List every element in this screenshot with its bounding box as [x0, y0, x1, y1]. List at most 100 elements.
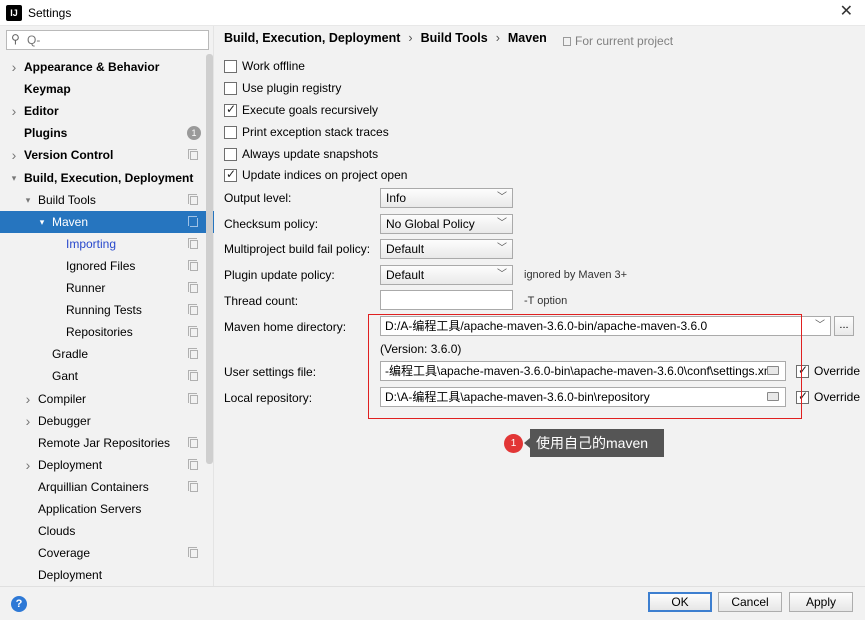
sidebar-item-label: Ignored Files [66, 258, 136, 273]
sidebar-item-label: Editor [24, 104, 59, 119]
sidebar-item-keymap[interactable]: Keymap [0, 78, 214, 100]
sidebar-item-build-execution-deployment[interactable]: ▾ Build, Execution, Deployment [0, 167, 214, 189]
chevron-down-icon[interactable]: ▾ [22, 189, 34, 211]
search-field[interactable]: ⚲ [6, 30, 209, 50]
sidebar-item-label: Maven [52, 214, 89, 229]
sidebar-item-arquillian-containers[interactable]: Arquillian Containers [0, 476, 214, 498]
project-note-text: For current project [575, 34, 674, 48]
project-level-icon [188, 259, 198, 271]
sidebar-item-editor[interactable]: › Editor [0, 100, 214, 122]
multiproject-fail-policy-select[interactable]: Default ﹀ [380, 239, 513, 259]
sidebar-item-label: Repositories [66, 325, 133, 340]
apply-button[interactable]: Apply [789, 592, 853, 612]
checkbox-always-update-snapshots[interactable]: Always update snapshots [224, 145, 378, 163]
chevron-down-icon: ﹀ [497, 243, 507, 254]
sidebar-item-label: Application Servers [38, 502, 142, 516]
sidebar-item-maven[interactable]: ▾ Maven [0, 210, 214, 233]
sidebar-item-application-servers[interactable]: Application Servers [0, 498, 214, 520]
sidebar-item-version-control[interactable]: › Version Control [0, 144, 214, 166]
checkbox-label: Print exception stack traces [242, 125, 389, 139]
chevron-down-icon[interactable]: ▾ [8, 167, 20, 189]
checkbox-print-exception-stack-traces[interactable]: Print exception stack traces [224, 123, 389, 141]
checkbox[interactable] [224, 167, 237, 182]
plugin-update-policy-label: Plugin update policy: [224, 268, 335, 282]
project-level-icon [188, 392, 198, 404]
chevron-down-icon[interactable]: ﹀ [815, 317, 825, 335]
thread-count-hint: -T option [524, 295, 568, 307]
sidebar-item-label: Plugins [24, 126, 68, 141]
local-repository-label: Local repository: [224, 391, 313, 405]
breadcrumb-separator: › [495, 31, 500, 45]
checkbox-label: Always update snapshots [242, 147, 379, 161]
sidebar-item-appearance-behavior[interactable]: › Appearance & Behavior [0, 56, 214, 78]
checkbox-label: Execute goals recursively [242, 103, 379, 117]
project-level-icon [188, 193, 198, 205]
chevron-right-icon[interactable]: › [22, 410, 34, 432]
chevron-right-icon[interactable]: › [8, 100, 20, 122]
thread-count-input[interactable] [380, 290, 513, 310]
chevron-down-icon: ﹀ [497, 218, 507, 229]
override-local-repository[interactable]: Override [796, 388, 860, 406]
project-level-icon [188, 458, 198, 470]
help-icon[interactable]: ? [11, 596, 27, 612]
override-user-settings[interactable]: Override [796, 362, 860, 380]
sidebar-item-remote-jar-repositories[interactable]: Remote Jar Repositories [0, 432, 214, 454]
sidebar-item-gant[interactable]: Gant [0, 365, 214, 387]
checkbox-label: Update indices on project open [242, 168, 408, 182]
checkbox[interactable] [224, 59, 237, 73]
checksum-policy-select[interactable]: No Global Policy ﹀ [380, 214, 513, 234]
browse-maven-home-button[interactable]: ... [834, 316, 854, 336]
checkbox[interactable] [224, 81, 237, 95]
sidebar-item-runner[interactable]: Runner [0, 277, 214, 299]
chevron-down-icon[interactable]: ▾ [36, 211, 48, 233]
sidebar-item-deployment[interactable]: › Deployment [0, 454, 214, 476]
multiproject-fail-policy-label: Multiproject build fail policy: [224, 242, 371, 256]
update-count-badge: 1 [187, 126, 201, 141]
multiproject-fail-policy-value: Default [386, 242, 425, 256]
cancel-button[interactable]: Cancel [718, 592, 782, 612]
project-level-icon [188, 326, 198, 338]
sidebar-item-plugins[interactable]: Plugins 1 [0, 122, 214, 144]
project-level-icon [188, 436, 198, 448]
checkbox[interactable] [224, 102, 237, 117]
sidebar-item-gradle[interactable]: Gradle [0, 343, 214, 365]
override-label: Override [814, 364, 861, 378]
checkbox[interactable] [224, 125, 237, 139]
checkbox-label: Use plugin registry [242, 81, 342, 95]
ok-button[interactable]: OK [648, 592, 712, 612]
plugin-update-hint: ignored by Maven 3+ [524, 269, 628, 281]
output-level-select[interactable]: Info ﹀ [380, 188, 513, 208]
project-scope-note: For current project [563, 34, 673, 48]
sidebar-item-label: Compiler [38, 391, 87, 406]
sidebar-item-deployment[interactable]: Deployment [0, 564, 214, 586]
sidebar-item-clouds[interactable]: Clouds [0, 520, 214, 542]
checkbox-work-offline[interactable]: Work offline [224, 57, 305, 75]
checkbox-update-indices[interactable]: Update indices on project open [224, 166, 407, 184]
close-icon[interactable]: ✕ [840, 3, 853, 21]
search-icon: ⚲ [11, 32, 20, 46]
sidebar-item-repositories[interactable]: Repositories [0, 321, 214, 343]
sidebar-item-debugger[interactable]: › Debugger [0, 410, 214, 432]
thread-count-label: Thread count: [224, 294, 299, 308]
sidebar-item-compiler[interactable]: › Compiler [0, 388, 214, 410]
plugin-update-policy-select[interactable]: Default ﹀ [380, 265, 513, 285]
sidebar-item-ignored-files[interactable]: Ignored Files [0, 255, 214, 277]
sidebar-item-coverage[interactable]: Coverage [0, 542, 214, 564]
sidebar-item-running-tests[interactable]: Running Tests [0, 299, 214, 321]
chevron-right-icon[interactable]: › [22, 388, 34, 410]
checkbox-execute-goals-recursively[interactable]: Execute goals recursively [224, 101, 378, 119]
sidebar-scrollbar[interactable] [206, 54, 213, 464]
checkbox-use-plugin-registry[interactable]: Use plugin registry [224, 79, 341, 97]
project-level-icon [188, 282, 198, 293]
search-input[interactable] [27, 32, 205, 48]
chevron-right-icon[interactable]: › [8, 144, 20, 166]
sidebar-item-build-tools[interactable]: ▾ Build Tools [0, 189, 214, 211]
project-level-icon [188, 149, 198, 161]
checkbox[interactable] [224, 147, 237, 161]
sidebar-item-label: Debugger [38, 413, 91, 428]
chevron-right-icon[interactable]: › [8, 56, 20, 78]
sidebar-item-importing[interactable]: Importing [0, 233, 214, 255]
breadcrumb-item: Build, Execution, Deployment [224, 31, 401, 45]
project-icon [563, 37, 571, 46]
chevron-right-icon[interactable]: › [22, 454, 34, 476]
